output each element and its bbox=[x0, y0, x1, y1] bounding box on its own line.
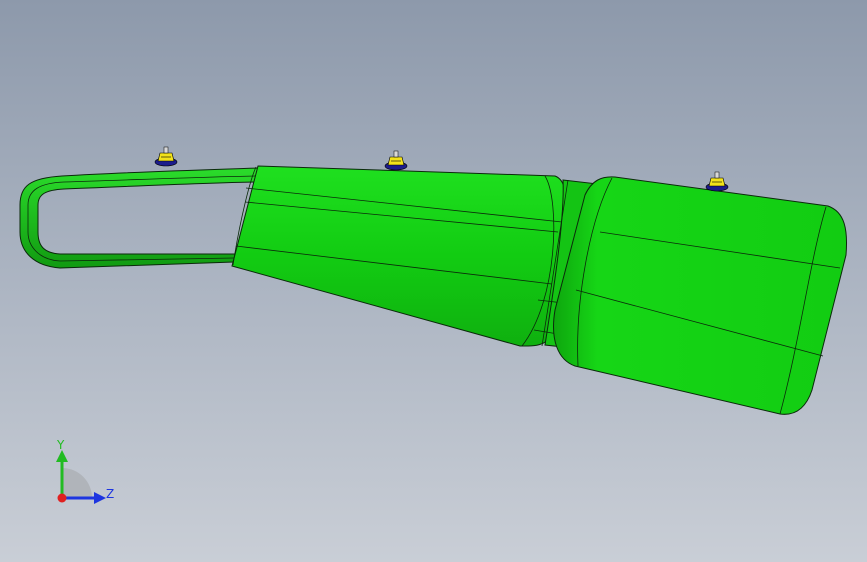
3d-model[interactable] bbox=[0, 0, 867, 562]
z-axis-label: Z bbox=[106, 487, 114, 501]
y-axis-label: Y bbox=[56, 438, 65, 452]
z-axis-arrow-icon bbox=[94, 492, 106, 504]
point-marker-icon[interactable] bbox=[384, 150, 408, 171]
handle-loop[interactable] bbox=[19, 167, 259, 269]
triad-plane-indicator bbox=[62, 468, 92, 498]
orientation-triad[interactable]: Y Z bbox=[40, 438, 130, 518]
point-marker-icon[interactable] bbox=[705, 171, 729, 192]
tapered-body[interactable] bbox=[231, 165, 567, 347]
cylinder-body[interactable] bbox=[553, 176, 847, 415]
graphics-viewport[interactable]: Y Z bbox=[0, 0, 867, 562]
point-marker-icon[interactable] bbox=[154, 146, 178, 167]
x-axis-point-icon bbox=[57, 493, 67, 503]
